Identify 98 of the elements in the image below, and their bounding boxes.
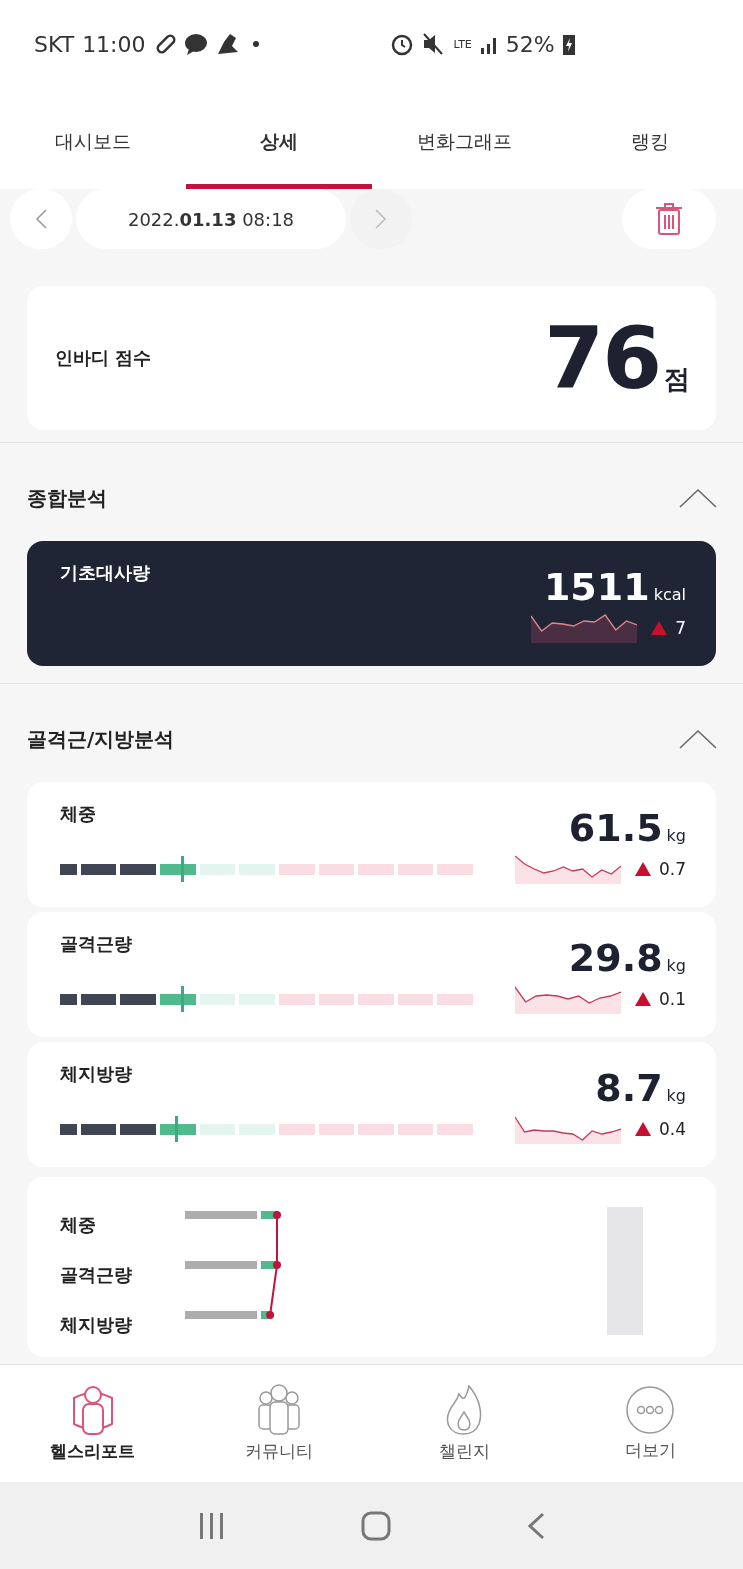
- gauge-segment: [278, 993, 315, 1005]
- metric-unit: kg: [666, 956, 686, 975]
- mute-icon: [421, 32, 446, 56]
- gauge-segment: [120, 863, 157, 875]
- gauge-segment: [199, 1123, 236, 1135]
- metric-card[interactable]: 기초대사량 1511 kcal 7: [27, 541, 716, 666]
- metric-value: 29.8: [568, 936, 663, 980]
- nav-label: 챌린지: [438, 1440, 490, 1463]
- up-triangle-icon: [634, 1122, 651, 1136]
- tab[interactable]: 대시보드: [0, 92, 186, 189]
- chevron-right-icon: [375, 209, 387, 229]
- score-label: 인바디 점수: [55, 346, 152, 370]
- gauge-segment: [60, 1123, 77, 1135]
- nav-item[interactable]: 커뮤니티: [185, 1365, 372, 1482]
- gauge-marker: [181, 856, 184, 882]
- gauge-segment: [358, 993, 394, 1005]
- delta-text: 0.7: [658, 859, 686, 879]
- delta-text: 7: [675, 618, 686, 638]
- recent-apps-icon[interactable]: [197, 1512, 226, 1539]
- gauge-segment: [160, 1123, 196, 1135]
- gauge-segment: [60, 993, 77, 1005]
- tab[interactable]: 변화그래프: [371, 92, 558, 189]
- network-text: LTE: [453, 37, 472, 51]
- metric-unit: kcal: [653, 585, 686, 604]
- back-icon[interactable]: [527, 1511, 546, 1540]
- gauge-segment: [397, 993, 434, 1005]
- up-triangle-icon: [634, 992, 651, 1006]
- gauge-segment: [80, 863, 117, 875]
- section-title: 골격근/지방분석: [27, 725, 175, 753]
- gauge-segment: [199, 993, 236, 1005]
- trash-icon: [656, 203, 682, 235]
- up-triangle-icon: [651, 621, 668, 635]
- date-text[interactable]: 2022.01.13 08:18: [76, 189, 346, 249]
- gauge-segment: [278, 863, 315, 875]
- delta-text: 0.4: [658, 1119, 686, 1139]
- gauge-segment: [120, 1123, 157, 1135]
- home-icon[interactable]: [361, 1510, 392, 1541]
- gauge-segment: [318, 993, 355, 1005]
- collapse-icon[interactable]: [679, 488, 717, 508]
- gauge-marker: [181, 986, 184, 1012]
- metric-card[interactable]: 체지방량 8.7 kg 0.4: [27, 1042, 716, 1167]
- gauge-marker: [175, 1116, 178, 1142]
- metric-value: 8.7: [595, 1066, 663, 1110]
- carrier-text: SKT: [34, 31, 75, 57]
- gauge-segment: [120, 993, 157, 1005]
- clock-text: 11:00: [82, 31, 146, 57]
- nav-label: 커뮤니티: [244, 1440, 313, 1463]
- nav-label: 더보기: [624, 1439, 676, 1462]
- score-unit: 점: [664, 363, 690, 396]
- gauge-segment: [358, 1123, 394, 1135]
- gauge-segment: [239, 993, 275, 1005]
- gauge-segment: [239, 1123, 275, 1135]
- gauge-segment: [437, 863, 474, 875]
- metric-unit: kg: [666, 1086, 686, 1105]
- metric-card[interactable]: 골격근량 29.8 kg 0.1: [27, 912, 716, 1037]
- up-triangle-icon: [634, 862, 651, 876]
- nav-item[interactable]: 챌린지: [371, 1365, 558, 1482]
- alarm-icon: [389, 32, 414, 56]
- metric-card[interactable]: 체중 61.5 kg 0.7: [27, 782, 716, 907]
- gauge-segment: [80, 1123, 117, 1135]
- metric-label: 체중: [60, 802, 96, 826]
- score-value: 76: [544, 308, 660, 408]
- gauge-segment: [397, 1123, 434, 1135]
- tab[interactable]: 랭킹: [557, 92, 743, 189]
- gauge-segment: [160, 863, 196, 875]
- metric-value: 61.5: [568, 806, 663, 850]
- gauge-segment: [437, 1123, 474, 1135]
- gauge-segment: [318, 1123, 355, 1135]
- battery-icon: [562, 33, 575, 55]
- delta-text: 0.1: [658, 989, 686, 1009]
- nav-item[interactable]: 더보기: [557, 1365, 743, 1482]
- gauge-segment: [239, 863, 275, 875]
- gauge-segment: [199, 863, 236, 875]
- battery-text: 52%: [505, 31, 555, 57]
- row-label: 체중: [60, 1213, 97, 1237]
- gauge-segment: [318, 863, 355, 875]
- group-icon: [255, 1384, 302, 1436]
- chat-bubble-icon: [183, 33, 208, 55]
- gauge-segment: [437, 993, 474, 1005]
- section-title: 종합분석: [27, 484, 107, 512]
- metric-unit: kg: [666, 826, 686, 845]
- metric-label: 골격근량: [60, 932, 132, 956]
- gauge-segment: [160, 993, 196, 1005]
- gauge-segment: [358, 863, 394, 875]
- gauge-segment: [60, 863, 77, 875]
- row-label: 골격근량: [60, 1263, 133, 1287]
- gauge-segment: [278, 1123, 315, 1135]
- nav-label: 헬스리포트: [50, 1440, 136, 1463]
- nav-item[interactable]: 헬스리포트: [0, 1365, 186, 1482]
- collapse-icon[interactable]: [679, 729, 717, 749]
- gauge-segment: [80, 993, 117, 1005]
- more-icon: [625, 1385, 676, 1435]
- metric-label: 체지방량: [60, 1062, 132, 1086]
- metric-label: 기초대사량: [60, 561, 150, 585]
- gauge-segment: [397, 863, 434, 875]
- row-label: 체지방량: [60, 1313, 133, 1337]
- chevron-left-icon: [35, 209, 47, 229]
- metric-value: 1511: [543, 565, 650, 609]
